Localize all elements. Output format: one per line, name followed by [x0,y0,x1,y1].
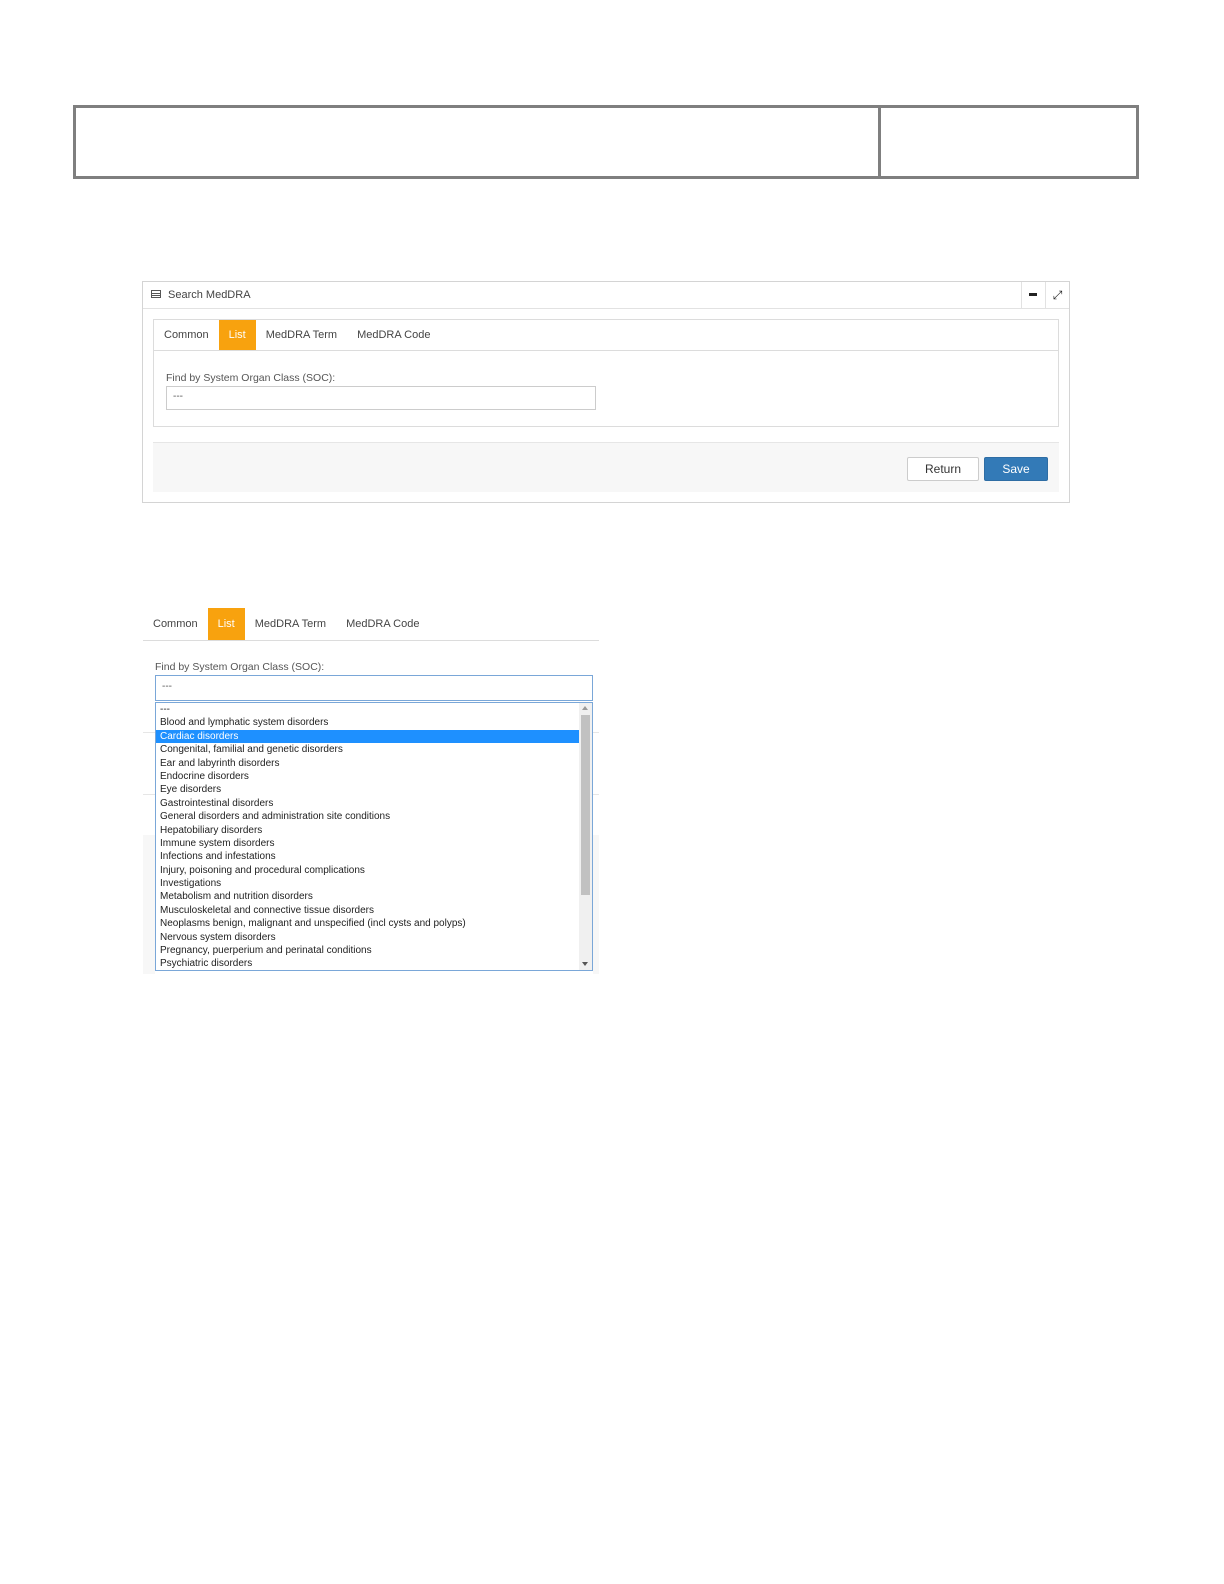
expand-icon[interactable]: ⤢ [1045,282,1069,308]
dropdown-option[interactable]: Pregnancy, puerperium and perinatal cond… [156,944,579,957]
dropdown-option[interactable]: Eye disorders [156,783,579,796]
dropdown-screenshot: Common List MedDRA Term MedDRA Code Find… [143,608,599,974]
scroll-down-icon[interactable] [582,962,588,966]
background-divider [593,732,599,733]
soc-options-listbox[interactable]: --- Blood and lymphatic system disorders C… [155,702,593,971]
minus-icon[interactable] [1021,282,1045,308]
dropdown-option[interactable]: Neoplasms benign, malignant and unspecif… [156,917,579,930]
scroll-up-icon[interactable] [582,706,588,710]
dropdown-option[interactable]: Ear and labyrinth disorders [156,757,579,770]
table-icon [151,290,161,298]
dropdown-option[interactable]: Congenital, familial and genetic disorde… [156,743,579,756]
dropdown-option[interactable]: Blood and lymphatic system disorders [156,716,579,729]
dropdown-option[interactable]: Cardiac disorders [156,729,579,744]
tab-common[interactable]: Common [143,608,208,640]
scroll-thumb[interactable] [581,715,590,895]
soc-field-label: Find by System Organ Class (SOC): [155,661,325,673]
dropdown-option[interactable]: Endocrine disorders [156,770,579,783]
dropdown-option[interactable]: Metabolism and nutrition disorders [156,890,579,903]
dropdown-option[interactable]: General disorders and administration sit… [156,810,579,823]
background-divider [143,794,155,795]
tab-meddra-code[interactable]: MedDRA Code [336,608,429,640]
save-button[interactable]: Save [984,457,1048,481]
dropdown-option[interactable]: Gastrointestinal disorders [156,797,579,810]
header-table [73,105,1139,179]
tab-list[interactable]: List [218,320,256,350]
background-divider [593,794,599,795]
dropdown-option[interactable]: Musculoskeletal and connective tissue di… [156,904,579,917]
tab-list[interactable]: List [207,608,245,640]
panel-title: Search MedDRA [168,289,251,301]
background-footer [143,835,155,974]
scrollbar[interactable] [579,703,592,970]
tab-bar: Common List MedDRA Term MedDRA Code [154,320,1058,351]
soc-field-label: Find by System Organ Class (SOC): [166,372,336,384]
dropdown-option[interactable]: Nervous system disorders [156,931,579,944]
tab-meddra-term[interactable]: MedDRA Term [256,320,347,350]
background-divider [143,732,155,733]
dropdown-option[interactable]: Immune system disorders [156,837,579,850]
options-list: --- Blood and lymphatic system disorders C… [156,703,579,970]
tab-meddra-code[interactable]: MedDRA Code [347,320,440,350]
tab-meddra-term[interactable]: MedDRA Term [245,608,336,640]
panel-footer: Return Save [153,442,1059,492]
dropdown-option[interactable]: Investigations [156,877,579,890]
background-footer [593,835,599,974]
tab-common[interactable]: Common [154,320,219,350]
dropdown-option[interactable]: --- [156,703,579,716]
search-meddra-panel: Search MedDRA ⤢ Common List MedDRA Term … [142,281,1070,503]
dropdown-option[interactable]: Infections and infestations [156,850,579,863]
header-cell-left [76,108,881,176]
dropdown-option[interactable]: Injury, poisoning and procedural complic… [156,864,579,877]
tab-bar-2: Common List MedDRA Term MedDRA Code [143,608,599,641]
soc-select[interactable]: --- [166,386,596,410]
dropdown-option[interactable]: Hepatobiliary disorders [156,824,579,837]
soc-select-open[interactable]: --- [155,675,593,701]
header-cell-right [881,108,1136,176]
dropdown-option[interactable]: Psychiatric disorders [156,957,579,970]
panel-tools: ⤢ [1021,282,1069,308]
return-button[interactable]: Return [907,457,979,481]
tab-container: Common List MedDRA Term MedDRA Code Find… [153,319,1059,427]
panel-header: Search MedDRA ⤢ [143,282,1069,309]
